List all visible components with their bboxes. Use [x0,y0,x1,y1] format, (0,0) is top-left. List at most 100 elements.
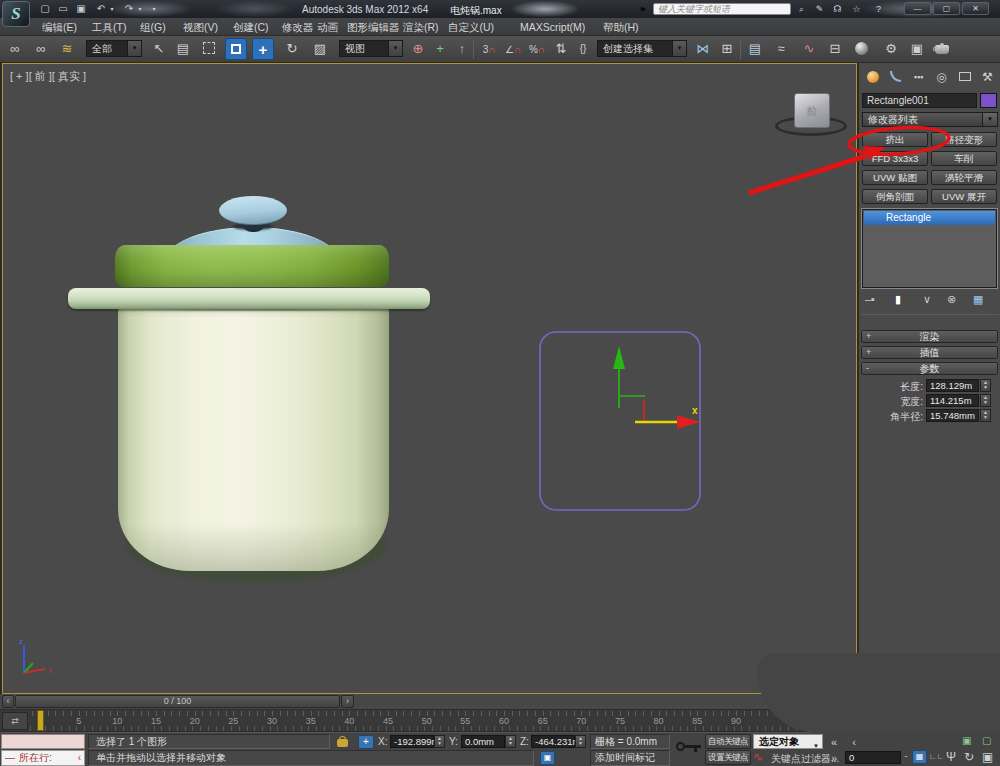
remove-modifier-icon[interactable]: ⊗ [947,292,956,306]
tab-create-icon[interactable] [862,67,883,87]
tab-hierarchy-icon[interactable]: ▪▪▪ [908,67,929,87]
dropdown-arrow-icon[interactable]: ▼ [672,41,686,56]
modifier-button-0[interactable]: 挤出 [862,132,928,147]
maximize-viewport-icon[interactable]: ▣ [982,750,993,764]
modifier-button-6[interactable]: 倒角剖面 [862,189,928,204]
keyboard-shortcut-override-icon[interactable]: ↑ [451,38,473,60]
zoom-extents-icon[interactable]: ▣ [962,735,971,746]
named-selection-set-dropdown[interactable]: 创建选择集▼ [597,40,687,57]
communication-center-icon[interactable]: ☊ [831,3,844,15]
undo-icon[interactable]: ↶ [94,2,108,16]
modifier-button-3[interactable]: 车削 [931,151,997,166]
minimize-button[interactable]: — [904,2,931,15]
isolate-selection-icon[interactable]: ∟∟ [929,752,945,761]
modifier-button-5[interactable]: 涡轮平滑 [931,170,997,185]
qat-overflow-icon[interactable]: ▾ [150,2,158,16]
favorites-icon[interactable]: ☆ [850,3,863,15]
render-setup-icon[interactable]: ⚙ [880,38,902,60]
selection-filter-dropdown[interactable]: 全部▼ [86,40,142,57]
rollout-interpolation[interactable]: +插值 [861,346,998,359]
search-input[interactable]: 键入关键字或短语 [653,3,791,15]
time-slider-track[interactable]: ‹ 0 / 100 › [0,694,857,710]
configure-modifier-sets-icon[interactable]: ▦ [973,292,983,306]
object-color-swatch[interactable] [980,93,997,108]
new-file-icon[interactable]: ▢ [38,2,52,16]
menu-11[interactable]: 帮助(H) [603,21,639,35]
window-crossing-toggle-icon[interactable] [225,38,247,60]
track-bar[interactable]: 051015202530354045505560657075808590 ⇄ [0,710,857,732]
material-editor-icon[interactable] [850,38,872,60]
align-icon[interactable]: ⊞ [716,38,738,60]
dropdown-arrow-icon[interactable]: ▼ [388,41,402,56]
schematic-view-icon[interactable]: ⊟ [824,38,846,60]
spinner-snap-icon[interactable]: ⇅ [550,38,572,60]
frame-forward-button[interactable]: › [341,695,354,708]
coord-z-spinner[interactable]: ▲▼ [575,735,586,748]
save-file-icon[interactable]: ▣ [74,2,88,16]
modifier-stack-list[interactable]: Rectangle [862,209,997,288]
menu-3[interactable]: 视图(V) [183,21,218,35]
percent-snap-icon[interactable]: %∩ [526,38,548,60]
coord-y-field[interactable]: 0.0mm [461,735,505,748]
select-and-manipulate-icon[interactable]: + [429,38,451,60]
previous-frame-icon[interactable]: ‹ [846,736,862,748]
key-filter-curve-icon[interactable]: ∿ [753,750,763,764]
reference-coordinate-dropdown[interactable]: 视图▼ [339,40,403,57]
coord-z-field[interactable]: -464.231m [531,735,575,748]
unlink-selection-icon[interactable]: ∞ [30,38,52,60]
dropdown-arrow-icon[interactable]: ▼ [127,41,141,56]
tab-motion-icon[interactable]: ◎ [931,67,952,87]
mirror-icon[interactable]: ⋈ [692,38,714,60]
parameter-field[interactable]: 114.215m [926,394,979,407]
close-button[interactable]: ✕ [962,2,989,15]
app-logo[interactable]: S [2,1,30,27]
select-and-move-icon[interactable]: + [252,38,274,60]
rectangular-selection-region-icon[interactable] [198,38,220,60]
time-slider-handle[interactable]: 0 / 100 [15,695,340,708]
maxscript-listener-input[interactable] [1,734,85,749]
layer-manager-icon[interactable]: ▤ [744,38,766,60]
viewport-front[interactable]: [ + ][ 前 ][ 真实 ] 前 x z x [2,63,857,694]
tab-utilities-icon[interactable]: ⚒ [977,67,998,87]
menu-0[interactable]: 编辑(E) [42,21,77,35]
frame-spinner[interactable]: - [902,751,910,761]
menu-8[interactable]: 渲染(R) [403,21,439,35]
pan-view-icon[interactable]: Ψ [946,750,956,764]
menu-6[interactable]: 动画 [317,21,338,35]
tab-display-icon[interactable] [954,67,975,87]
rendered-frame-window-icon[interactable]: ▣ [906,38,928,60]
parameter-spinner[interactable]: ▲▼ [980,379,991,392]
dropdown-arrow-icon[interactable]: ▼ [982,113,997,126]
go-to-end-icon[interactable]: » [826,752,842,764]
select-and-scale-icon[interactable]: ▨ [309,38,331,60]
mini-curve-editor-button[interactable]: ⇄ [2,712,28,730]
angle-snap-icon[interactable]: ∠∩ [502,38,524,60]
stack-item-rectangle[interactable]: Rectangle [864,211,995,225]
rollout-parameters[interactable]: -参数 [861,362,998,375]
modifier-button-4[interactable]: UVW 贴图 [862,170,928,185]
menu-10[interactable]: MAXScript(M) [520,21,585,33]
render-production-icon[interactable] [931,38,953,60]
select-by-name-icon[interactable]: ▤ [172,38,194,60]
zoom-region-icon[interactable]: ▢ [982,735,991,746]
redo-icon[interactable]: ↷ [122,2,136,16]
gizmo-x-arrow[interactable] [677,415,700,429]
show-end-result-icon[interactable]: ▮ [895,292,901,306]
modifier-button-2[interactable]: FFD 3x3x3 [862,151,928,166]
frame-back-button[interactable]: ‹ [2,695,14,708]
graphite-modeling-icon[interactable]: ≈ [770,38,792,60]
menu-2[interactable]: 组(G) [140,21,166,35]
infocenter-expander-icon[interactable]: ▶ [641,5,646,13]
modifier-list-dropdown[interactable]: 修改器列表▼ [862,112,998,127]
edit-named-selection-sets-icon[interactable]: {} [572,38,594,60]
undo-dropdown-icon[interactable]: ▾ [108,2,116,16]
help-icon[interactable]: ? [872,3,885,15]
maximize-button[interactable]: ▢ [933,2,960,15]
subscription-icon[interactable]: ✎ [813,3,826,15]
viewcube[interactable]: 前 [794,93,830,128]
selection-lock-icon[interactable] [337,736,348,747]
go-to-start-icon[interactable]: « [826,736,842,748]
absolute-mode-icon[interactable]: + [358,735,374,749]
add-time-tag-panel[interactable]: 添加时间标记 [590,750,670,766]
parameter-field[interactable]: 128.129m [926,379,979,392]
